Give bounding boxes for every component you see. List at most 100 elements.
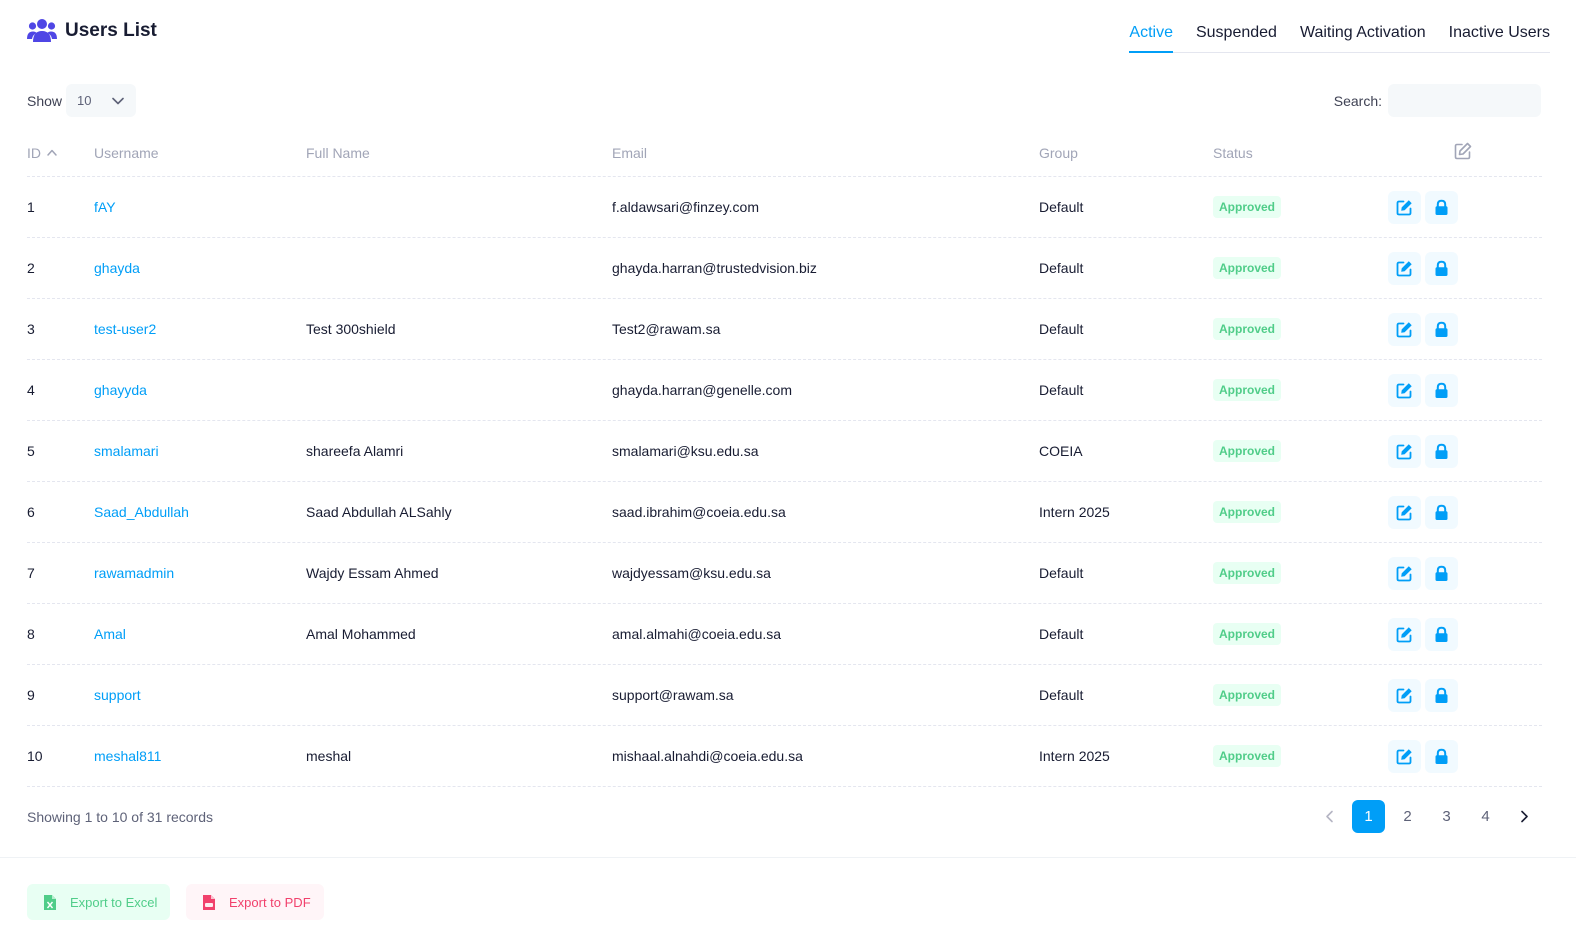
edit-icon [1396,200,1412,216]
cell-email: amal.almahi@coeia.edu.sa [612,626,782,642]
tab-suspended[interactable]: Suspended [1196,14,1277,53]
table-row: 4 ghayyda ghayda.harran@genelle.com Default… [27,360,1542,421]
lock-icon [1435,382,1448,398]
cell-full-name: Saad Abdullah ALSahly [306,504,452,520]
column-header-id[interactable]: ID [27,145,57,161]
username-link[interactable]: fAY [94,199,116,215]
column-header-email[interactable]: Email [612,145,647,161]
edit-icon [1454,142,1472,160]
footer-divider [0,857,1576,858]
status-badge: Approved [1213,684,1282,706]
edit-user-button[interactable] [1388,496,1421,529]
previous-page-button[interactable] [1313,800,1346,833]
edit-user-button[interactable] [1388,679,1421,712]
username-link[interactable]: meshal811 [94,748,161,764]
status-badge: Approved [1213,501,1282,523]
edit-user-button[interactable] [1388,435,1421,468]
table-row: 2 ghayda ghayda.harran@trustedvision.biz De… [27,238,1542,299]
edit-user-button[interactable] [1388,374,1421,407]
table-header: ID Username Full Name Email Group Status [27,130,1542,177]
cell-group: Default [1039,626,1084,642]
search-control: Search: [1334,84,1541,117]
tab-waiting-activation[interactable]: Waiting Activation [1300,14,1426,53]
chevron-right-icon [1521,810,1528,823]
page-button-1[interactable]: 1 [1352,800,1385,833]
column-header-username[interactable]: Username [94,145,159,161]
username-link[interactable]: Saad_Abdullah [94,504,189,520]
column-header-group[interactable]: Group [1039,145,1078,161]
edit-icon [1396,627,1412,643]
page-button-3[interactable]: 3 [1430,800,1463,833]
username-link[interactable]: Amal [94,626,126,642]
cell-id: 3 [27,321,35,337]
page-button-2[interactable]: 2 [1391,800,1424,833]
username-link[interactable]: test-user2 [94,321,156,337]
chevron-down-icon [112,97,124,104]
table-body: 1 fAY f.aldawsari@finzey.com Default Approve… [27,177,1542,787]
export-pdf-label: Export to PDF [229,894,311,910]
edit-icon [1396,688,1412,704]
page-size-select[interactable]: 10 [66,84,137,117]
edit-user-button[interactable] [1388,313,1421,346]
cell-group: Default [1039,260,1084,276]
edit-user-button[interactable] [1388,618,1421,651]
next-page-button[interactable] [1508,800,1541,833]
chevron-left-icon [1326,810,1333,823]
edit-icon [1396,566,1412,582]
status-tabs: Active Suspended Waiting Activation Inac… [1129,14,1550,53]
cell-group: Default [1039,199,1084,215]
page-size-control: Show 10 [27,84,137,117]
lock-icon [1435,504,1448,520]
edit-icon [1396,261,1412,277]
table-row: 8 Amal Amal Mohammed amal.almahi@coeia.edu.… [27,604,1542,665]
cell-full-name: Amal Mohammed [306,626,416,642]
status-badge: Approved [1213,379,1282,401]
page-header: Users List Active Suspended Waiting Acti… [27,14,1550,54]
search-input[interactable] [1388,84,1541,117]
export-pdf-button[interactable]: Export to PDF [186,884,324,920]
username-link[interactable]: support [94,687,141,703]
column-header-full-name[interactable]: Full Name [306,145,370,161]
edit-icon [1396,322,1412,338]
lock-user-button[interactable] [1425,618,1458,651]
tab-active[interactable]: Active [1129,14,1173,53]
lock-user-button[interactable] [1425,313,1458,346]
edit-user-button[interactable] [1388,252,1421,285]
status-badge: Approved [1213,440,1282,462]
lock-user-button[interactable] [1425,191,1458,224]
edit-user-button[interactable] [1388,191,1421,224]
page-button-4[interactable]: 4 [1469,800,1502,833]
lock-user-button[interactable] [1425,496,1458,529]
lock-user-button[interactable] [1425,740,1458,773]
lock-user-button[interactable] [1425,679,1458,712]
cell-id: 5 [27,443,35,459]
cell-email: wajdyessam@ksu.edu.sa [612,565,771,581]
lock-icon [1435,321,1448,337]
username-link[interactable]: smalamari [94,443,159,459]
lock-icon [1435,260,1448,276]
cell-id: 9 [27,687,35,703]
table-row: 1 fAY f.aldawsari@finzey.com Default Approve… [27,177,1542,238]
lock-user-button[interactable] [1425,557,1458,590]
lock-user-button[interactable] [1425,374,1458,407]
edit-icon [1396,444,1412,460]
search-label: Search: [1333,92,1382,109]
status-badge: Approved [1213,196,1282,218]
edit-user-button[interactable] [1388,557,1421,590]
cell-full-name: Test 300shield [306,321,396,337]
edit-user-button[interactable] [1388,740,1421,773]
title-group: Users List [27,18,157,44]
status-badge: Approved [1213,562,1282,584]
lock-user-button[interactable] [1425,435,1458,468]
username-link[interactable]: ghayda [94,260,140,276]
lock-user-button[interactable] [1425,252,1458,285]
export-excel-button[interactable]: Export to Excel [27,884,170,920]
cell-id: 4 [27,382,35,398]
page-title: Users List [65,20,157,41]
column-header-status[interactable]: Status [1213,145,1253,161]
pagination: 1 2 3 4 [1307,800,1541,833]
tab-inactive-users[interactable]: Inactive Users [1449,14,1550,53]
username-link[interactable]: rawamadmin [94,565,174,581]
username-link[interactable]: ghayyda [94,382,147,398]
edit-icon [1396,749,1412,765]
